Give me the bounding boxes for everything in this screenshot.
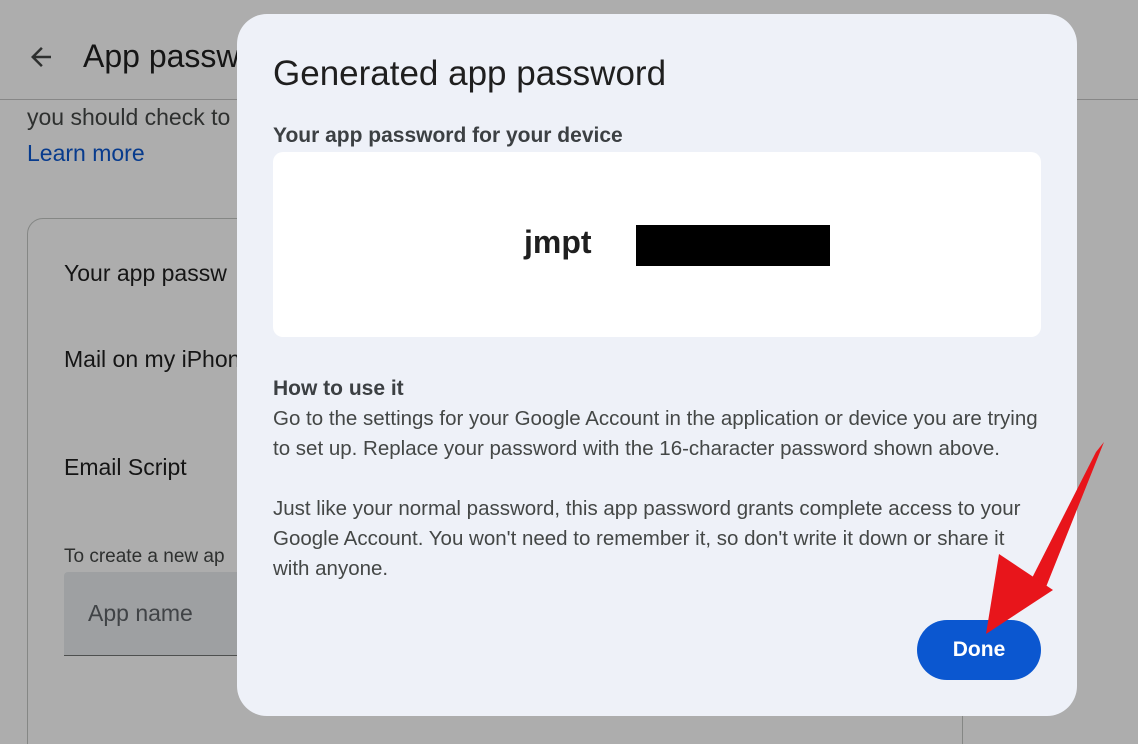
how-to-use-heading: How to use it [273, 377, 404, 400]
dialog-subtitle: Your app password for your device [273, 124, 623, 147]
password-display-box: jmpt [273, 152, 1041, 337]
done-button[interactable]: Done [917, 620, 1041, 680]
generated-password-dialog: Generated app password Your app password… [237, 14, 1077, 716]
dialog-title: Generated app password [273, 54, 667, 93]
generated-password-text[interactable]: jmpt [524, 224, 592, 261]
how-to-use-paragraph: Just like your normal password, this app… [273, 497, 1021, 580]
password-redaction-bar [636, 225, 830, 266]
how-to-use-paragraph: Go to the settings for your Google Accou… [273, 407, 1038, 460]
